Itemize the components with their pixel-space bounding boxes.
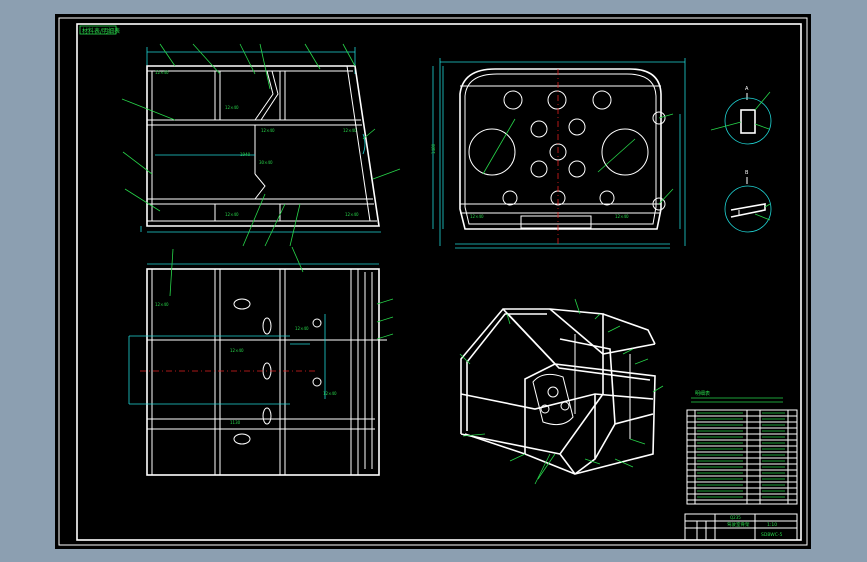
svg-text:12×40: 12×40 [295,326,309,331]
svg-text:30×40: 30×40 [259,160,273,165]
svg-text:1480: 1480 [431,143,436,154]
svg-text:1130: 1130 [230,420,241,425]
svg-text:SDBWC-5: SDBWC-5 [761,532,782,538]
svg-text:12×40: 12×40 [225,105,239,110]
front-view[interactable]: 1940 12×40 12×40 12×40 12×40 30×40 12×40… [121,43,401,247]
svg-text:12×40: 12×40 [225,212,239,217]
svg-text:12×40: 12×40 [230,348,244,353]
svg-text:12×40: 12×40 [345,212,359,217]
svg-text:12×40: 12×40 [155,302,169,307]
sheet-inner-border [76,23,802,541]
svg-text:A: A [745,86,749,92]
header-tag-text: 材料表/明细表 [82,27,120,35]
svg-text:1:10: 1:10 [767,522,777,528]
svg-text:12×40: 12×40 [343,128,357,133]
svg-text:12×40: 12×40 [261,128,275,133]
top-view[interactable]: 12×40 12×40 12×40 1130 12×40 [128,246,394,476]
svg-text:12×40: 12×40 [323,391,337,396]
side-view[interactable]: 12×40 12×40 1480 [431,58,686,249]
cad-drawing-canvas[interactable]: 材料表/明细表 1940 12×40 12×40 12×40 12×40 30×… [55,14,811,549]
svg-text:明细表: 明细表 [695,390,710,397]
title-block[interactable]: Q235 驾驶室骨架 1:10 SDBWC-5 [684,513,798,541]
svg-text:1940: 1940 [240,152,251,157]
parts-list-table[interactable]: 明细表 [686,390,798,505]
svg-text:Q235: Q235 [730,515,741,520]
section-detail-b[interactable]: B [724,170,772,233]
svg-text:12×40: 12×40 [615,214,629,219]
section-detail-a[interactable]: A [710,86,772,145]
svg-text:驾驶室骨架: 驾驶室骨架 [727,521,750,528]
isometric-view[interactable] [459,298,664,485]
drawing-viewport[interactable]: 材料表/明细表 1940 12×40 12×40 12×40 12×40 30×… [55,14,811,549]
svg-text:B: B [745,170,749,176]
svg-text:12×40: 12×40 [155,70,169,75]
svg-text:12×40: 12×40 [470,214,484,219]
